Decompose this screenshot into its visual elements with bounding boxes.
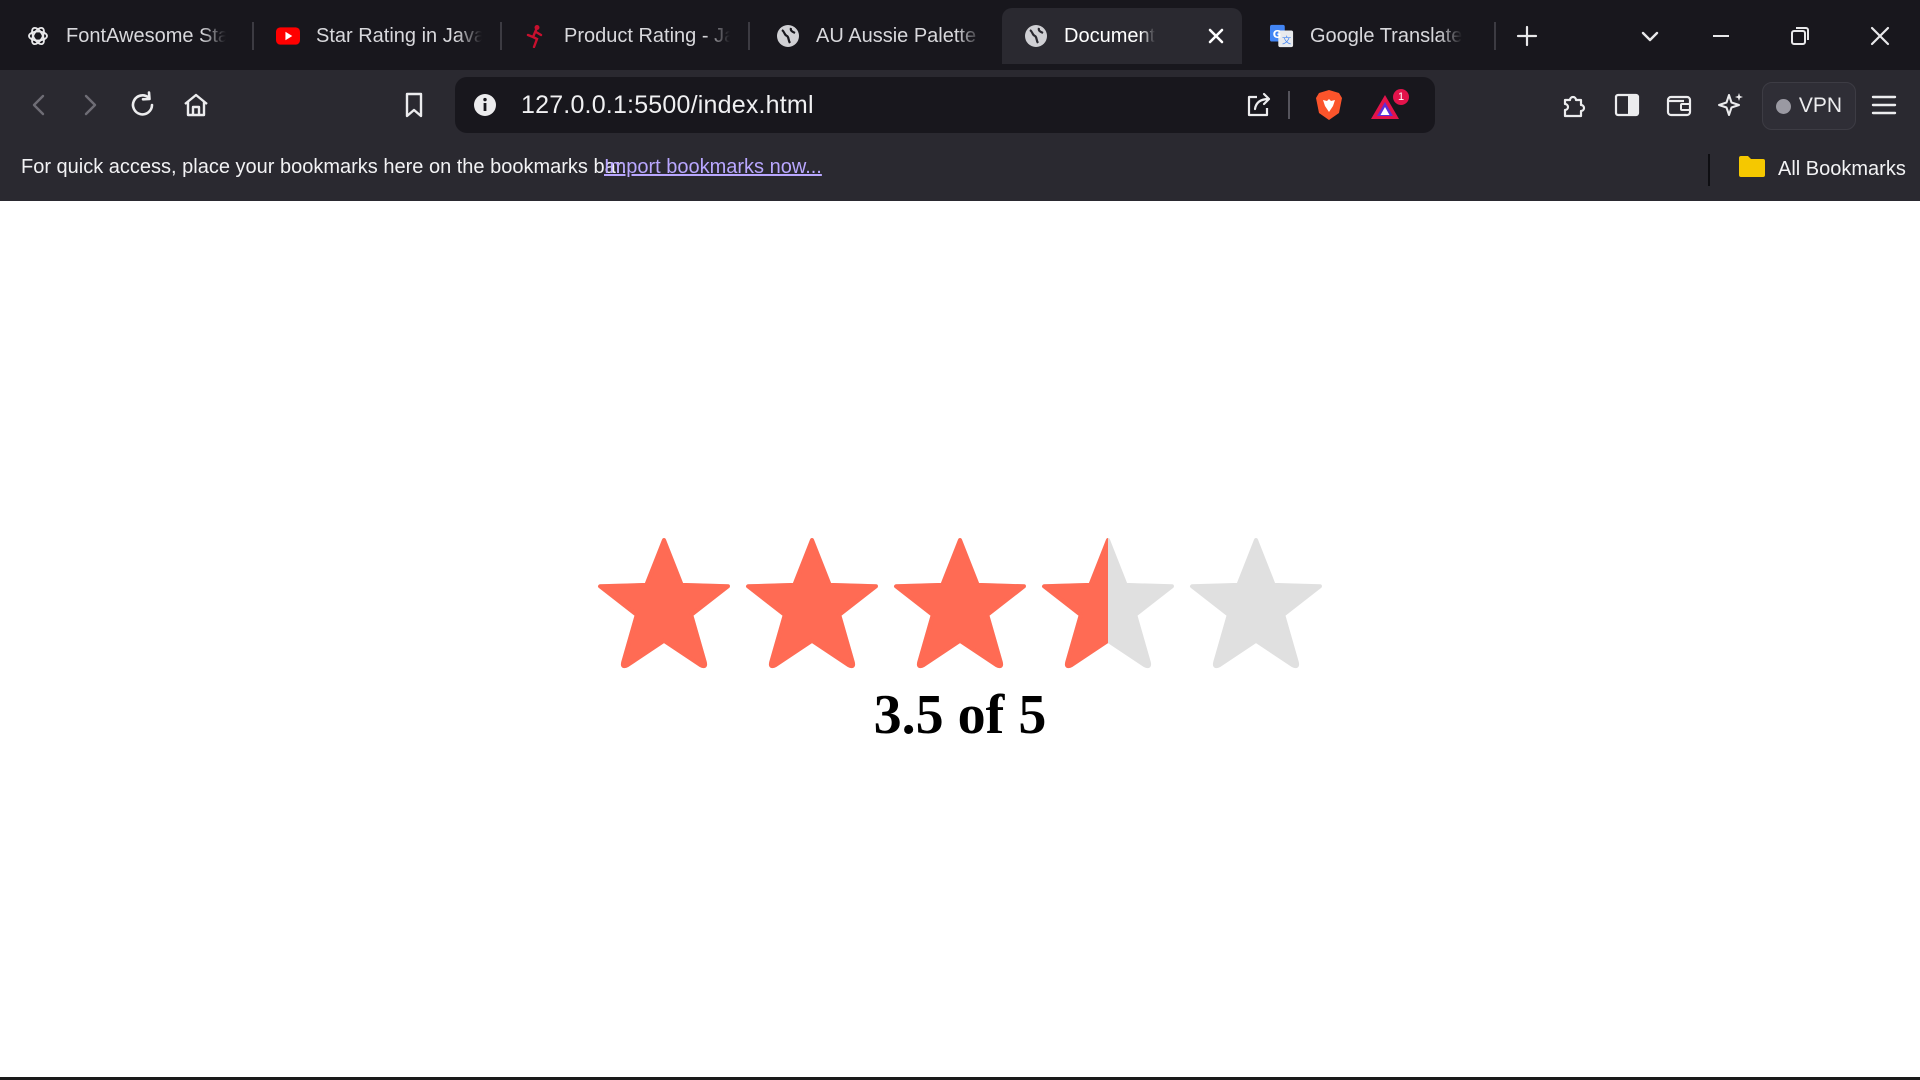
- back-button[interactable]: [21, 87, 57, 123]
- bookmarks-separator: [1708, 154, 1710, 186]
- google-translate-icon: G文: [1270, 24, 1294, 48]
- tab-document[interactable]: Document: [1002, 8, 1242, 64]
- minimize-icon[interactable]: [1705, 20, 1737, 52]
- vpn-status-icon: [1775, 98, 1791, 114]
- tab-search-chevron-down-icon[interactable]: [1634, 20, 1666, 52]
- url-text: 127.0.0.1:5500/index.html: [521, 91, 814, 119]
- star-icon[interactable]: [892, 536, 1028, 672]
- reload-button[interactable]: [125, 87, 161, 123]
- tab-title: FontAwesome Star: [66, 24, 226, 47]
- folder-icon: [1738, 154, 1766, 184]
- star-icon[interactable]: [596, 536, 732, 672]
- tab-title: Google Translate: [1310, 24, 1463, 47]
- home-button[interactable]: [178, 87, 214, 123]
- bookmarks-bar-message: For quick access, place your bookmarks h…: [21, 156, 627, 178]
- all-bookmarks-button[interactable]: All Bookmarks: [1738, 154, 1906, 184]
- svg-text:G: G: [1273, 30, 1281, 41]
- vpn-label: VPN: [1798, 94, 1843, 117]
- star-icon[interactable]: [1188, 536, 1324, 672]
- svg-text:文: 文: [1282, 34, 1291, 46]
- restore-icon[interactable]: [1784, 20, 1816, 52]
- forward-button[interactable]: [72, 87, 108, 123]
- wallet-icon[interactable]: [1661, 87, 1697, 123]
- brave-rewards-icon[interactable]: 1: [1369, 89, 1413, 125]
- tab-separator: [500, 22, 502, 50]
- bookmark-button[interactable]: [396, 87, 432, 123]
- rating-text: 3.5 of 5: [873, 684, 1047, 746]
- star-icon[interactable]: [744, 536, 880, 672]
- youtube-icon: [276, 24, 300, 48]
- import-bookmarks-link[interactable]: Import bookmarks now...: [604, 156, 822, 179]
- tab-separator: [748, 22, 750, 50]
- tab-star-rating-youtube[interactable]: Star Rating in JavaS: [276, 8, 482, 64]
- menu-icon[interactable]: [1866, 87, 1902, 123]
- new-tab-button[interactable]: [1511, 20, 1543, 52]
- tab-separator: [1494, 22, 1496, 50]
- brave-shields-icon[interactable]: [1311, 87, 1347, 123]
- tab-title: Document: [1064, 24, 1156, 47]
- tab-strip: FontAwesome Star Star Rating in JavaS Pr…: [0, 0, 1920, 70]
- sidebar-icon[interactable]: [1609, 87, 1645, 123]
- share-icon[interactable]: [1243, 89, 1275, 121]
- rewards-badge-count: 1: [1397, 91, 1405, 103]
- close-window-icon[interactable]: [1864, 20, 1896, 52]
- star-rating: [596, 536, 1324, 672]
- tab-fontawesome-star[interactable]: FontAwesome Star: [26, 8, 226, 64]
- runner-icon: [524, 24, 548, 48]
- tab-separator: [252, 22, 254, 50]
- chatgpt-icon: [26, 24, 50, 48]
- tab-product-rating[interactable]: Product Rating - Ja: [524, 8, 730, 64]
- tab-title: Star Rating in JavaS: [316, 24, 482, 47]
- site-info-icon[interactable]: [471, 91, 499, 119]
- all-bookmarks-label: All Bookmarks: [1778, 157, 1906, 180]
- extensions-icon[interactable]: [1556, 87, 1592, 123]
- address-bar[interactable]: 127.0.0.1:5500/index.html 1: [455, 77, 1435, 133]
- tab-aussie-palette[interactable]: AU Aussie Palette | F: [776, 8, 982, 64]
- url-separator: [1288, 91, 1290, 119]
- globe-icon: [776, 24, 800, 48]
- vpn-button[interactable]: VPN: [1762, 82, 1856, 130]
- globe-icon: [1024, 24, 1048, 48]
- bookmarks-bar: For quick access, place your bookmarks h…: [0, 140, 1920, 201]
- star-icon[interactable]: [1040, 536, 1176, 672]
- tab-title: Product Rating - Ja: [564, 24, 730, 47]
- tab-title: AU Aussie Palette | F: [816, 24, 982, 47]
- tab-google-translate[interactable]: G文 Google Translate: [1270, 8, 1470, 64]
- close-icon[interactable]: [1204, 24, 1228, 48]
- leo-ai-sparkle-icon[interactable]: [1713, 87, 1749, 123]
